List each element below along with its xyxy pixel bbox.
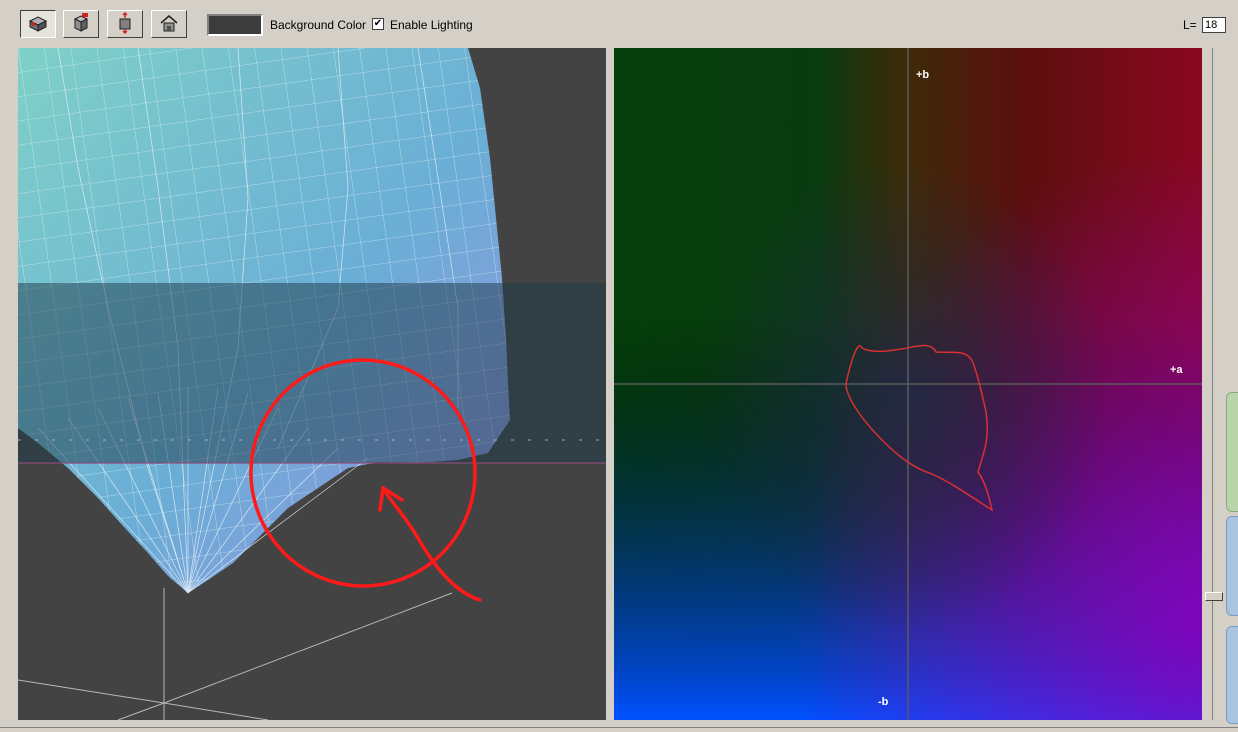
annotation-arrow bbox=[381, 486, 482, 602]
enable-lighting-label: Enable Lighting bbox=[390, 18, 473, 32]
checkmark-icon: ✔ bbox=[373, 18, 383, 29]
l-value-input[interactable]: 18 bbox=[1202, 17, 1226, 33]
ab-plane-canvas bbox=[614, 48, 1202, 720]
home-view-button[interactable] bbox=[151, 10, 187, 38]
ab-plane-view[interactable]: +b -b +a bbox=[614, 48, 1202, 720]
3d-view-icon bbox=[26, 13, 50, 36]
floor-axes bbox=[18, 588, 453, 720]
background-color-swatch[interactable] bbox=[207, 14, 263, 36]
background-color-label: Background Color bbox=[270, 18, 367, 32]
rotate-object-icon bbox=[114, 11, 136, 37]
gamut-3d-view[interactable] bbox=[18, 48, 606, 720]
3d-view-button[interactable] bbox=[20, 10, 56, 38]
plus-a-label: +a bbox=[1170, 364, 1183, 376]
side-panel-tab[interactable] bbox=[1226, 516, 1238, 616]
rotate-object-button[interactable] bbox=[107, 10, 143, 38]
side-panel-tab[interactable] bbox=[1226, 626, 1238, 724]
side-panel-tab[interactable] bbox=[1226, 392, 1238, 512]
toolbar: Background Color ✔ Enable Lighting L= 18 bbox=[0, 0, 1238, 46]
lightness-slider-thumb[interactable] bbox=[1205, 592, 1223, 601]
cube-color-button[interactable] bbox=[63, 10, 99, 38]
home-view-icon bbox=[158, 12, 180, 37]
lightness-slider-track[interactable] bbox=[1212, 48, 1223, 720]
enable-lighting-checkbox[interactable]: ✔ bbox=[372, 18, 384, 30]
minus-b-label: -b bbox=[878, 696, 889, 708]
gamut-3d-canvas bbox=[18, 48, 606, 720]
l-value-label: L= bbox=[1183, 18, 1197, 32]
plus-b-label: +b bbox=[916, 69, 930, 81]
cube-color-icon bbox=[70, 12, 92, 37]
window-bottom-border bbox=[0, 727, 1238, 728]
